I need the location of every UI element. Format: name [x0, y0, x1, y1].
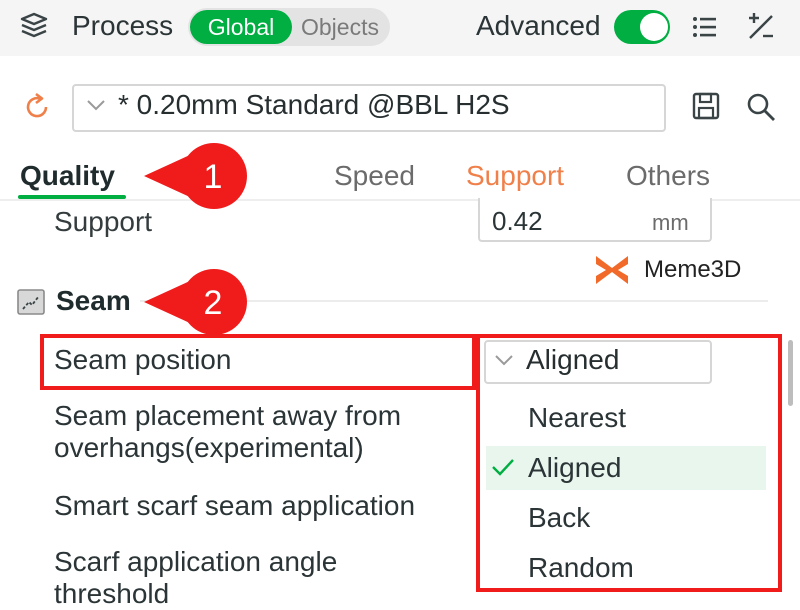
reload-icon[interactable] [20, 90, 54, 124]
preset-value: * 0.20mm Standard @BBL H2S [118, 89, 510, 120]
support-unit: mm [652, 210, 689, 235]
layers-icon [20, 12, 48, 38]
seam-section-heading: Seam [56, 285, 131, 316]
scarf-angle-threshold-label: Scarf application angle threshold [54, 546, 338, 609]
scope-global-option[interactable]: Global [190, 10, 292, 44]
watermark-text: Meme3D [644, 256, 742, 283]
panel-title: Process [72, 10, 174, 41]
meme3d-logo-icon [596, 256, 628, 284]
scrollbar[interactable] [788, 340, 793, 406]
scope-objects-option[interactable]: Objects [292, 10, 388, 44]
chevron-down-icon [87, 100, 105, 111]
annotation-highlight-dropdown [476, 334, 782, 592]
save-icon[interactable] [690, 90, 722, 122]
list-icon[interactable] [688, 10, 722, 44]
annotation-number-1: 1 [203, 158, 223, 196]
tab-speed[interactable]: Speed [334, 160, 415, 192]
annotation-highlight-seam-position [40, 334, 476, 390]
tab-quality[interactable]: Quality [20, 160, 115, 192]
advanced-toggle-knob [640, 13, 668, 41]
compare-icon[interactable] [744, 10, 778, 44]
search-icon[interactable] [744, 90, 778, 124]
advanced-label: Advanced [476, 10, 601, 41]
support-setting-label: Support [54, 206, 153, 237]
seam-icon [17, 289, 45, 315]
support-value: 0.42 [492, 206, 543, 236]
tab-support[interactable]: Support [466, 160, 564, 192]
tab-others[interactable]: Others [626, 160, 710, 192]
annotation-number-2: 2 [203, 284, 223, 322]
smart-scarf-seam-label: Smart scarf seam application [54, 490, 416, 521]
seam-away-overhangs-label: Seam placement away from overhangs(exper… [54, 400, 402, 463]
